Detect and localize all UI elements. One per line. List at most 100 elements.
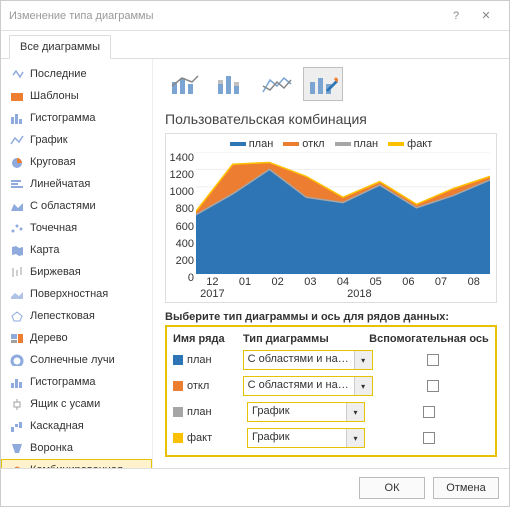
aux-axis-checkbox[interactable] [423, 432, 435, 444]
sidebar-item-pie[interactable]: Круговая [1, 151, 152, 173]
sidebar-item-label: Гистограмма [30, 376, 96, 388]
x-axis-months: 120102030405060708 [196, 276, 490, 288]
sidebar-item-bar-v[interactable]: Гистограмма [1, 107, 152, 129]
sidebar-item-label: С областями [30, 200, 96, 212]
legend-item: план [230, 138, 274, 150]
chart-type-select[interactable]: С областями и нако… ▾ [243, 376, 373, 396]
combo-subtype-row [165, 67, 497, 101]
sidebar-item-label: Лепестковая [30, 310, 95, 322]
aux-axis-cell [369, 406, 489, 418]
chevron-down-icon[interactable]: ▾ [346, 403, 364, 421]
series-name: откл [187, 380, 209, 392]
combo-subtype-1[interactable] [165, 67, 205, 101]
sidebar-item-recent[interactable]: Последние [1, 63, 152, 85]
legend-item: план [335, 138, 379, 150]
dialog-window: Изменение типа диаграммы ? ✕ Все диаграм… [0, 0, 510, 507]
help-button[interactable]: ? [441, 10, 471, 22]
cancel-button[interactable]: Отмена [433, 477, 499, 499]
tab-all-charts[interactable]: Все диаграммы [9, 35, 111, 59]
sidebar-item-label: Дерево [30, 332, 68, 344]
sidebar-item-label: Гистограмма [30, 112, 96, 124]
series-name: план [187, 354, 212, 366]
select-value: С областями и нако… [244, 377, 354, 395]
combo-subtype-2[interactable] [211, 67, 251, 101]
header-aux-axis: Вспомогательная ось [369, 333, 489, 345]
sidebar-item-surface[interactable]: Поверхностная [1, 283, 152, 305]
surface-icon [10, 288, 24, 300]
chart-preview: план откл план факт 14001200100080060040020… [165, 133, 497, 303]
combo-subtype-custom[interactable] [303, 67, 343, 101]
select-value: График [248, 403, 346, 421]
sidebar-item-label: Шаблоны [30, 90, 79, 102]
close-button[interactable]: ✕ [471, 9, 501, 22]
chart-type-sidebar: Последние Шаблоны Гистограмма График Кругова… [1, 59, 153, 468]
series-swatch [173, 433, 183, 443]
chart-type-select[interactable]: График ▾ [247, 402, 365, 422]
select-value: График [248, 429, 346, 447]
series-type-cell: С областями и нако… ▾ [243, 376, 373, 396]
sidebar-item-scatter[interactable]: Точечная [1, 217, 152, 239]
plot-area [196, 152, 490, 274]
series-swatch [173, 381, 183, 391]
grid-header: Имя ряда Тип диаграммы Вспомогательная о… [169, 331, 493, 347]
series-row: план С областями и нако… ▾ [169, 347, 493, 373]
chevron-down-icon[interactable]: ▾ [346, 429, 364, 447]
ok-button[interactable]: ОК [359, 477, 425, 499]
x-axis-years: 20172018 [196, 288, 490, 300]
legend-swatch [335, 142, 351, 146]
combo-subtype-3[interactable] [257, 67, 297, 101]
aux-axis-checkbox[interactable] [423, 406, 435, 418]
main-panel: Пользовательская комбинация планотклплан… [153, 59, 509, 468]
sidebar-item-boxplot[interactable]: Ящик с усами [1, 393, 152, 415]
sidebar-item-map[interactable]: Карта [1, 239, 152, 261]
scatter-icon [10, 222, 24, 234]
aux-axis-checkbox[interactable] [427, 380, 439, 392]
sidebar-item-label: Линейчатая [30, 178, 90, 190]
combo-heading: Пользовательская комбинация [165, 111, 497, 127]
sidebar-item-tree[interactable]: Дерево [1, 327, 152, 349]
chevron-down-icon[interactable]: ▾ [354, 351, 372, 369]
radar-icon [10, 310, 24, 322]
templates-icon [10, 90, 24, 102]
series-name-cell: откл [173, 380, 239, 392]
legend-label: откл [302, 138, 324, 150]
sidebar-item-line[interactable]: График [1, 129, 152, 151]
map-icon [10, 244, 24, 256]
sidebar-item-label: Последние [30, 68, 87, 80]
sidebar-item-combo[interactable]: Комбинированная [1, 459, 152, 468]
series-name: план [187, 406, 212, 418]
sidebar-item-bar-h[interactable]: Линейчатая [1, 173, 152, 195]
sidebar-item-waterfall[interactable]: Каскадная [1, 415, 152, 437]
sidebar-item-stock[interactable]: Биржевая [1, 261, 152, 283]
sidebar-item-histogram[interactable]: Гистограмма [1, 371, 152, 393]
chevron-down-icon[interactable]: ▾ [354, 377, 372, 395]
line-icon [10, 134, 24, 146]
sidebar-item-label: Карта [30, 244, 59, 256]
sidebar-item-funnel[interactable]: Воронка [1, 437, 152, 459]
sidebar-item-area[interactable]: С областями [1, 195, 152, 217]
sidebar-item-label: Воронка [30, 442, 73, 454]
legend-item: откл [283, 138, 324, 150]
legend-item: факт [388, 138, 432, 150]
sidebar-item-templates[interactable]: Шаблоны [1, 85, 152, 107]
aux-axis-checkbox[interactable] [427, 354, 439, 366]
series-type-cell: График ▾ [247, 428, 365, 448]
series-name-cell: план [173, 354, 239, 366]
series-row: факт График ▾ [169, 425, 493, 451]
chart-type-select[interactable]: График ▾ [247, 428, 365, 448]
recent-icon [10, 68, 24, 80]
series-row: откл С областями и нако… ▾ [169, 373, 493, 399]
legend-swatch [283, 142, 299, 146]
config-label: Выберите тип диаграммы и ось для рядов д… [165, 311, 497, 323]
series-name-cell: план [173, 406, 243, 418]
chart-type-select[interactable]: С областями и нако… ▾ [243, 350, 373, 370]
series-name: факт [187, 432, 212, 444]
series-name-cell: факт [173, 432, 243, 444]
sidebar-item-sunburst[interactable]: Солнечные лучи [1, 349, 152, 371]
sidebar-item-label: График [30, 134, 68, 146]
series-swatch [173, 355, 183, 365]
area-icon [10, 200, 24, 212]
sidebar-item-radar[interactable]: Лепестковая [1, 305, 152, 327]
y-axis: 1400120010008006004002000 [168, 152, 194, 284]
series-type-cell: С областями и нако… ▾ [243, 350, 373, 370]
